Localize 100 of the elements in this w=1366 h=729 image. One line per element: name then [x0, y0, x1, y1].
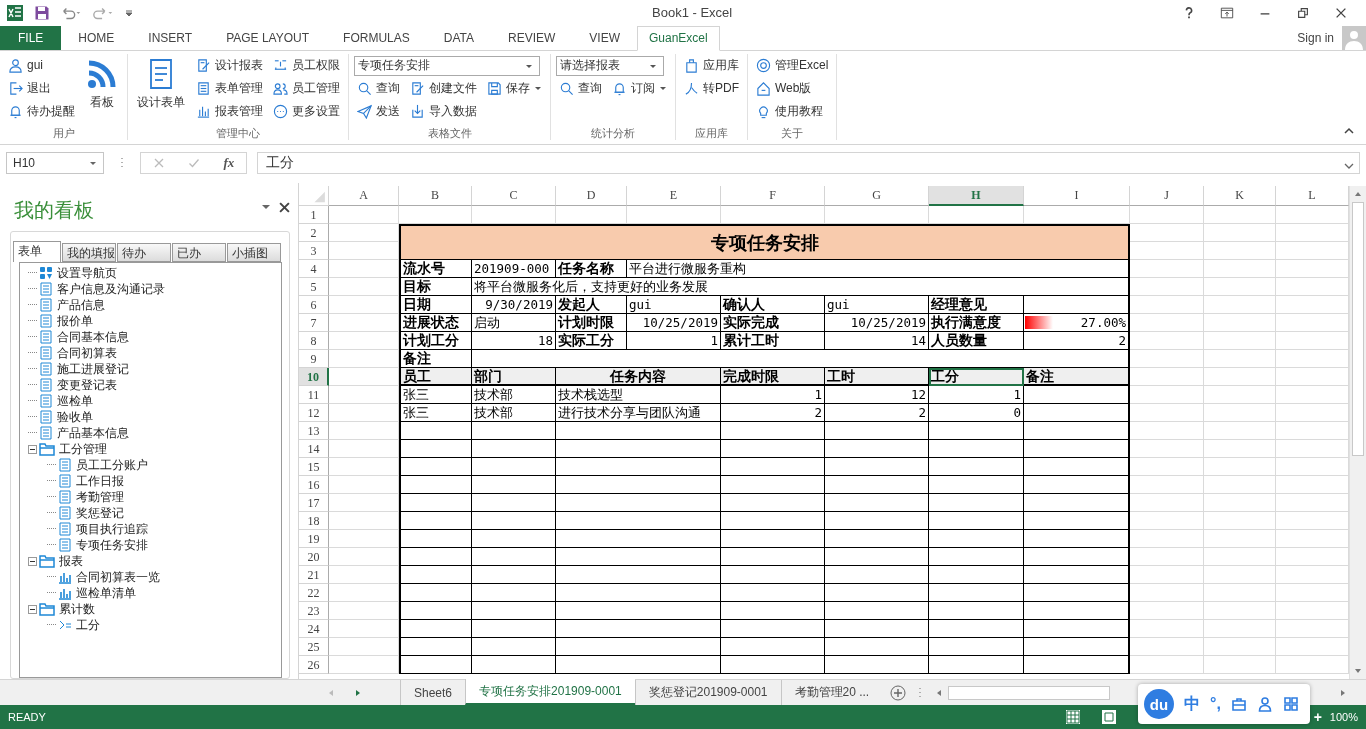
- sheet-tab[interactable]: 专项任务安排201909-0001: [465, 679, 635, 706]
- ribbon-button[interactable]: Web版: [753, 76, 832, 100]
- tree-item[interactable]: 员工工分账户: [76, 456, 148, 474]
- row-header[interactable]: 15: [299, 458, 329, 477]
- tree-item[interactable]: 工分: [76, 616, 100, 634]
- row-header[interactable]: 6: [299, 296, 329, 315]
- tree-item[interactable]: 合同初算表: [57, 344, 117, 362]
- tree-item[interactable]: 工作日报: [76, 472, 124, 490]
- column-header[interactable]: I: [1024, 186, 1130, 207]
- ribbon-button[interactable]: 管理Excel: [753, 53, 832, 77]
- ime-logo[interactable]: du: [1144, 689, 1174, 719]
- ribbon-button[interactable]: 保存: [484, 76, 545, 100]
- row-header[interactable]: 12: [299, 404, 329, 423]
- row-header[interactable]: 23: [299, 602, 329, 621]
- ribbon-button[interactable]: 导入数据: [407, 99, 480, 123]
- report-select[interactable]: 请选择报表: [556, 55, 664, 76]
- formula-input[interactable]: 工分: [257, 152, 1360, 175]
- ribbon-button[interactable]: 更多设置: [270, 99, 343, 123]
- row-header[interactable]: 7: [299, 314, 329, 333]
- tree-item[interactable]: 工分管理: [59, 440, 107, 458]
- tree-item[interactable]: 施工进展登记: [57, 360, 129, 378]
- tree-item[interactable]: 巡检单: [57, 392, 93, 410]
- row-header[interactable]: 2: [299, 224, 329, 243]
- tree-item[interactable]: 巡检单清单: [76, 584, 136, 602]
- tree-item[interactable]: 报表: [59, 552, 83, 570]
- tree-item[interactable]: 奖惩登记: [76, 504, 124, 522]
- row-header[interactable]: 5: [299, 278, 329, 297]
- insert-function-button[interactable]: fx: [223, 155, 235, 172]
- column-header[interactable]: A: [329, 186, 399, 207]
- row-header[interactable]: 21: [299, 566, 329, 585]
- column-header[interactable]: D: [556, 186, 627, 207]
- ribbon-button[interactable]: 表单管理: [193, 76, 266, 100]
- zoom-level[interactable]: 100%: [1329, 711, 1358, 724]
- ribbon-button[interactable]: 创建文件: [407, 76, 480, 100]
- ribbon-tab[interactable]: GuanExcel: [637, 25, 720, 51]
- report-select[interactable]: 专项任务安排: [354, 55, 540, 76]
- column-header[interactable]: E: [627, 186, 721, 207]
- row-header[interactable]: 4: [299, 260, 329, 279]
- row-header[interactable]: 26: [299, 656, 329, 675]
- row-header[interactable]: 14: [299, 440, 329, 459]
- row-header[interactable]: 1: [299, 206, 329, 225]
- tree-item[interactable]: 报价单: [57, 312, 93, 330]
- name-box[interactable]: H10: [6, 152, 104, 175]
- tree-item[interactable]: 产品基本信息: [57, 424, 129, 442]
- column-header[interactable]: K: [1204, 186, 1276, 207]
- ribbon-button[interactable]: 员工权限: [270, 53, 343, 77]
- ribbon-tab[interactable]: VIEW: [572, 25, 637, 50]
- ribbon-tab[interactable]: INSERT: [131, 25, 210, 50]
- ribbon-button[interactable]: 设计报表: [193, 53, 266, 77]
- tree-item[interactable]: 专项任务安排: [76, 536, 148, 554]
- row-header[interactable]: 24: [299, 620, 329, 639]
- ribbon-button[interactable]: 看板: [82, 53, 122, 115]
- tree-item[interactable]: 考勤管理: [76, 488, 124, 506]
- ribbon-button[interactable]: 退出: [5, 76, 78, 100]
- ribbon-button[interactable]: 员工管理: [270, 76, 343, 100]
- pane-tab[interactable]: 待办: [117, 243, 171, 263]
- pane-tab[interactable]: 表单: [13, 241, 61, 263]
- ribbon-tab[interactable]: FORMULAS: [326, 25, 427, 50]
- row-header[interactable]: 10: [299, 368, 329, 387]
- row-header[interactable]: 13: [299, 422, 329, 441]
- column-header[interactable]: H: [929, 186, 1024, 207]
- tree-item[interactable]: 变更登记表: [57, 376, 117, 394]
- row-header[interactable]: 11: [299, 386, 329, 405]
- row-header[interactable]: 3: [299, 242, 329, 261]
- row-header[interactable]: 19: [299, 530, 329, 549]
- pane-tab[interactable]: 小插图: [227, 243, 281, 263]
- column-header[interactable]: C: [472, 186, 556, 207]
- ribbon-tab[interactable]: DATA: [426, 25, 491, 50]
- pane-tab[interactable]: 我的填报: [62, 243, 116, 263]
- ribbon-button[interactable]: 待办提醒: [5, 99, 78, 123]
- zoom-in-button[interactable]: +: [1313, 709, 1322, 726]
- ribbon-button[interactable]: 报表管理: [193, 99, 266, 123]
- row-header[interactable]: 18: [299, 512, 329, 531]
- ribbon-tab[interactable]: PAGE LAYOUT: [209, 25, 327, 50]
- row-header[interactable]: 8: [299, 332, 329, 351]
- ime-mode[interactable]: 中: [1184, 693, 1200, 715]
- tree-item[interactable]: 合同基本信息: [57, 328, 129, 346]
- tree-item[interactable]: 客户信息及沟通记录: [57, 280, 165, 298]
- tree-item[interactable]: 累计数: [59, 600, 95, 618]
- ribbon-button[interactable]: 查询: [354, 76, 403, 100]
- ribbon-button[interactable]: 发送: [354, 99, 403, 123]
- row-header[interactable]: 20: [299, 548, 329, 567]
- sign-in-link[interactable]: Sign in: [1297, 30, 1342, 45]
- ribbon-button[interactable]: 订阅: [609, 76, 670, 100]
- ribbon-button[interactable]: 应用库: [681, 53, 742, 77]
- pane-tab[interactable]: 已办: [172, 243, 226, 263]
- column-header[interactable]: J: [1130, 186, 1204, 207]
- column-header[interactable]: B: [399, 186, 472, 207]
- ribbon-button[interactable]: 使用教程: [753, 99, 832, 123]
- ribbon-button[interactable]: gui: [5, 53, 78, 77]
- ribbon-button[interactable]: 设计表单: [133, 53, 189, 115]
- row-header[interactable]: 17: [299, 494, 329, 513]
- ime-mode[interactable]: °,: [1210, 695, 1221, 713]
- tree-item[interactable]: 验收单: [57, 408, 93, 426]
- column-header[interactable]: F: [721, 186, 825, 207]
- tree-item[interactable]: 项目执行追踪: [76, 520, 148, 538]
- ribbon-tab[interactable]: REVIEW: [491, 25, 573, 50]
- ribbon-button[interactable]: 查询: [556, 76, 605, 100]
- ribbon-tab[interactable]: FILE: [0, 25, 62, 50]
- tree-item[interactable]: 产品信息: [57, 296, 105, 314]
